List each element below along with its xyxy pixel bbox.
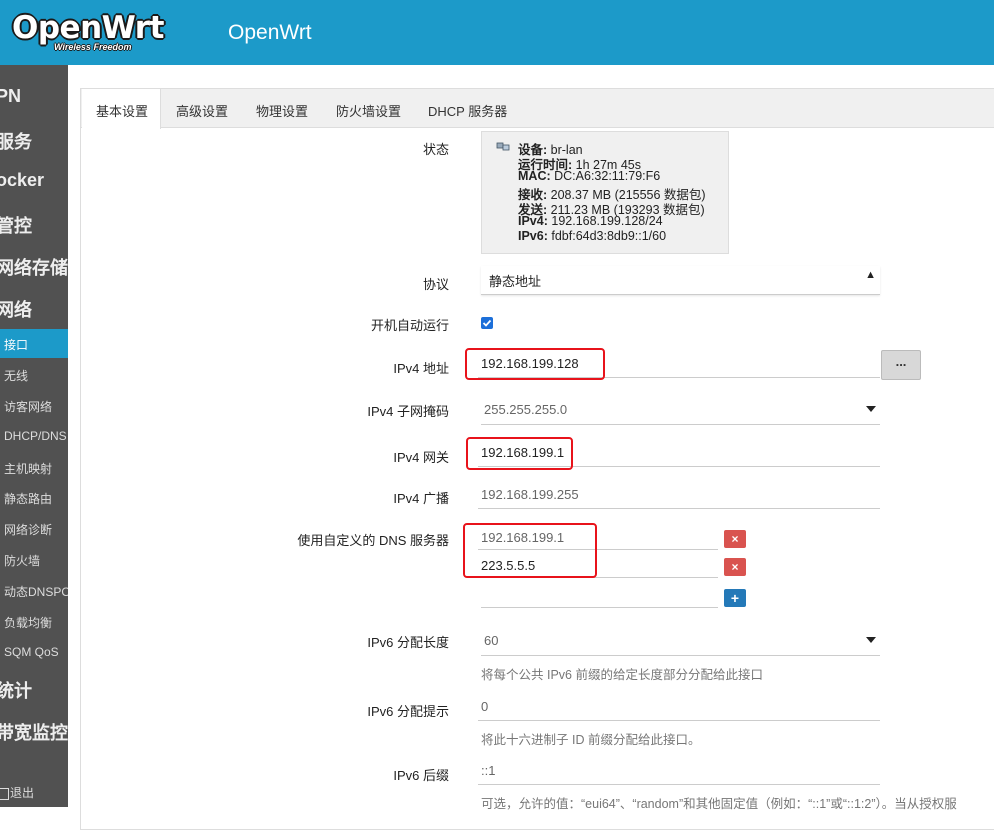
highlight-box-dns: [463, 523, 597, 578]
netmask-select[interactable]: 255.255.255.0: [481, 396, 880, 425]
openwrt-logo[interactable]: OpenWrt Wireless Freedom: [12, 10, 164, 52]
logo-tagline: Wireless Freedom: [54, 42, 132, 52]
logout-icon: [0, 787, 9, 800]
ip6-assign-length-label: IPv6 分配长度: [367, 635, 449, 650]
sidebar-item-services[interactable]: 服务: [0, 128, 32, 154]
ip6-assign-length-hint: 将每个公共 IPv6 前缀的给定长度部分分配给此接口: [481, 668, 763, 682]
broadcast-label: IPv4 广播: [393, 491, 449, 506]
dns-label: 使用自定义的 DNS 服务器: [297, 533, 449, 548]
chevron-down-icon: [866, 406, 876, 412]
protocol-label: 协议: [422, 277, 449, 292]
ip6-suffix-input[interactable]: ::1: [478, 759, 880, 785]
sidebar-item-mwan[interactable]: 负载均衡: [4, 614, 52, 631]
sidebar-item-vpn[interactable]: PN: [0, 86, 21, 107]
sidebar-item-diagnostics[interactable]: 网络诊断: [4, 521, 52, 538]
status-mac: DC:A6:32:11:79:F6: [554, 169, 661, 183]
sidebar-item-guest[interactable]: 访客网络: [4, 398, 52, 415]
sidebar-item-network[interactable]: 网络: [0, 296, 32, 322]
gateway-label: IPv4 网关: [393, 450, 449, 465]
tab-firewall[interactable]: 防火墙设置: [336, 101, 401, 120]
sidebar-item-wireless[interactable]: 无线: [4, 367, 28, 384]
autostart-label: 开机自动运行: [370, 318, 449, 333]
sidebar-item-dhcp[interactable]: DHCP/DNS: [4, 429, 67, 443]
header-bar: OpenWrt Wireless Freedom OpenWrt: [0, 0, 994, 65]
chevron-down-icon: [866, 637, 876, 643]
status-label: 状态: [422, 142, 449, 157]
dns-add-button[interactable]: +: [724, 589, 746, 607]
sidebar-item-stats[interactable]: 统计: [0, 677, 32, 703]
sidebar-item-ddns[interactable]: 动态DNSPO: [4, 583, 68, 600]
tab-dhcp[interactable]: DHCP 服务器: [428, 101, 507, 120]
dns-remove-button-1[interactable]: ×: [724, 530, 746, 548]
sidebar-item-hosts[interactable]: 主机映射: [4, 460, 52, 477]
dns-server-input-new[interactable]: [481, 584, 718, 608]
network-device-icon: [496, 142, 510, 151]
protocol-select[interactable]: 静态地址 ▲: [481, 266, 880, 295]
ip6-assign-hint-label: IPv6 分配提示: [367, 704, 449, 719]
highlight-box-gateway: [466, 437, 573, 470]
status-ipv4: 192.168.199.128/24: [551, 214, 663, 228]
tab-advanced[interactable]: 高级设置: [176, 101, 228, 120]
ip6-assign-hint-input[interactable]: 0: [478, 695, 880, 721]
sidebar-item-interfaces[interactable]: 接口: [4, 336, 28, 353]
broadcast-input[interactable]: 192.168.199.255: [478, 483, 880, 509]
checkmark-icon: [482, 319, 492, 327]
ipv4-address-label: IPv4 地址: [393, 361, 449, 376]
select-updown-icon: ▲: [865, 269, 876, 281]
sidebar-item-firewall[interactable]: 防火墙: [4, 552, 40, 569]
status-ipv6: fdbf:64d3:8db9::1/60: [551, 229, 667, 243]
ip6-suffix-hint: 可选，允许的值：“eui64”、“random”和其他固定值（例如：“::1”或…: [481, 797, 957, 811]
highlight-box-ipv4-address: [465, 348, 605, 380]
hostname: OpenWrt: [228, 21, 312, 44]
ip6-suffix-label: IPv6 后缀: [393, 768, 449, 783]
dns-remove-button-2[interactable]: ×: [724, 558, 746, 576]
tab-physical[interactable]: 物理设置: [256, 101, 308, 120]
ipv4-address-more-button[interactable]: ...: [881, 350, 921, 380]
sidebar-item-logout[interactable]: 退出: [0, 784, 34, 801]
sidebar-item-sqm[interactable]: SQM QoS: [4, 645, 59, 659]
status-box: 设备: br-lan 运行时间: 1h 27m 45s MAC: DC:A6:3…: [481, 131, 729, 254]
ip6-assign-length-select[interactable]: 60: [481, 627, 880, 656]
sidebar-item-routes[interactable]: 静态路由: [4, 490, 52, 507]
sidebar: PN 服务 ocker 管控 网络存储 网络 接口 无线 访客网络 DHCP/D…: [0, 65, 68, 807]
autostart-checkbox[interactable]: [481, 317, 493, 329]
ip6-assign-hint-hint: 将此十六进制子 ID 前缀分配给此接口。: [481, 733, 701, 747]
sidebar-item-nas[interactable]: 网络存储: [0, 254, 68, 280]
tab-general[interactable]: 基本设置: [96, 101, 148, 120]
sidebar-item-bandwidth[interactable]: 带宽监控: [0, 719, 68, 745]
sidebar-item-docker[interactable]: ocker: [0, 170, 44, 191]
netmask-label: IPv4 子网掩码: [367, 404, 449, 419]
sidebar-item-control[interactable]: 管控: [0, 212, 32, 238]
